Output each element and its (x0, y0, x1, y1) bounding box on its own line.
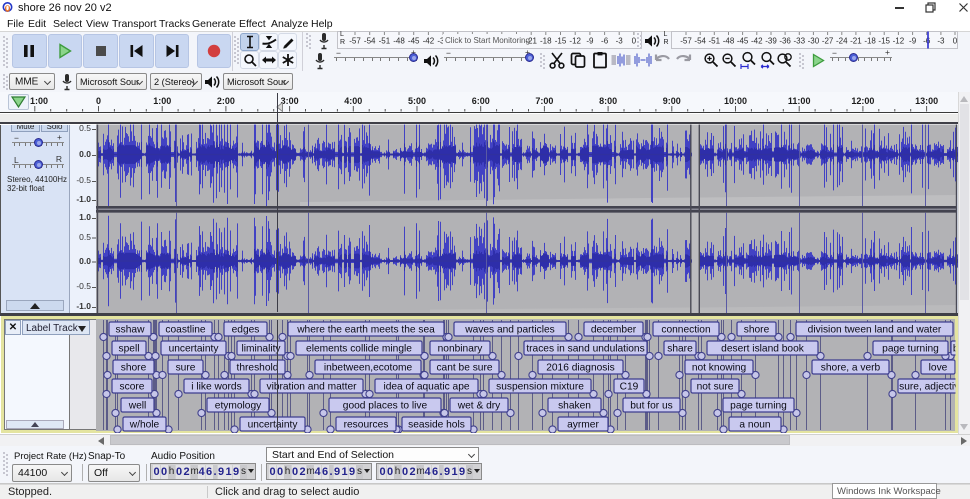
svg-text:nonbinary: nonbinary (438, 344, 484, 355)
svg-text:etymology: etymology (215, 401, 262, 412)
svg-text:suspension mixture: suspension mixture (496, 382, 584, 393)
svg-text:edges: edges (232, 325, 260, 336)
svg-text:wet & dry: wet & dry (457, 401, 501, 412)
svg-text:inbetween,ecotome: inbetween,ecotome (324, 363, 413, 374)
svg-text:score: score (120, 382, 145, 393)
svg-text:C19: C19 (620, 382, 639, 393)
svg-text:shore: shore (744, 325, 770, 336)
svg-text:a noun: a noun (739, 420, 770, 431)
svg-text:cant be sure: cant be sure (436, 363, 492, 374)
svg-text:ayrmer: ayrmer (567, 420, 599, 431)
svg-text:resources: resources (344, 420, 389, 431)
svg-text:waves and particles: waves and particles (464, 325, 554, 336)
svg-text:w/hole: w/hole (129, 420, 160, 431)
svg-text:coastline: coastline (165, 325, 206, 336)
svg-text:love: love (929, 363, 948, 374)
svg-text:december: december (591, 325, 637, 336)
svg-text:threshold: threshold (237, 363, 279, 374)
svg-text:page turning: page turning (730, 401, 787, 412)
svg-text:elements collide mingle: elements collide mingle (306, 344, 412, 355)
svg-text:share: share (667, 344, 693, 355)
svg-text:vibration and matter: vibration and matter (266, 382, 357, 393)
svg-text:well: well (128, 401, 147, 412)
svg-text:connection: connection (661, 325, 710, 336)
svg-text:page turning: page turning (882, 344, 939, 355)
svg-text:shaken: shaken (558, 401, 591, 412)
svg-text:i like words: i like words (191, 382, 241, 393)
svg-text:sure, adjective: sure, adjective (899, 382, 965, 393)
svg-text:traces in sand undulations: traces in sand undulations (526, 344, 644, 355)
svg-text:shore: shore (121, 363, 147, 374)
svg-text:sure: sure (176, 363, 196, 374)
svg-text:not sure: not sure (697, 382, 734, 393)
svg-text:desert island book: desert island book (721, 344, 805, 355)
svg-text:not knowing: not knowing (692, 363, 747, 374)
svg-text:good places to live: good places to live (343, 401, 428, 412)
svg-text:idea of aquatic ape: idea of aquatic ape (383, 382, 469, 393)
svg-text:division tween land and water: division tween land and water (808, 325, 942, 336)
svg-text:2016 diagnosis: 2016 diagnosis (546, 363, 615, 374)
svg-text:shore, a verb: shore, a verb (821, 363, 881, 374)
svg-text:uncertainty: uncertainty (248, 420, 299, 431)
svg-text:spell: spell (119, 344, 140, 355)
svg-text:sshaw: sshaw (116, 325, 146, 336)
svg-text:liminality: liminality (241, 344, 281, 355)
svg-text:uncertainty: uncertainty (169, 344, 220, 355)
svg-text:but for us: but for us (630, 401, 672, 412)
svg-text:seaside hols: seaside hols (408, 420, 465, 431)
svg-text:where the earth meets the sea: where the earth meets the sea (296, 325, 435, 336)
